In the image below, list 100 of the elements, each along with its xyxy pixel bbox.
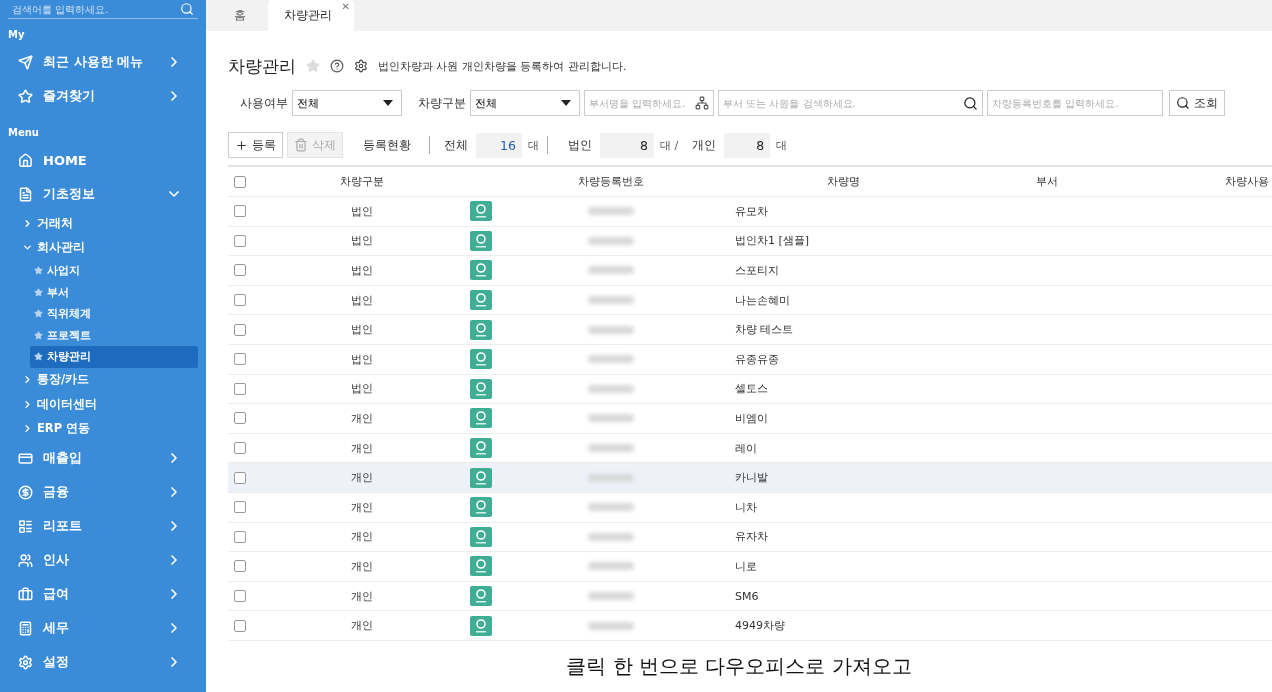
checkbox[interactable] (234, 353, 246, 366)
filter-label: 사용여부 (240, 94, 288, 112)
menu-item[interactable]: HOME (8, 143, 198, 177)
search-input[interactable]: 검색어를 입력하세요. (12, 3, 162, 15)
total-count: 16 (476, 132, 522, 158)
checkbox[interactable] (234, 412, 246, 425)
search-field[interactable]: 검색어를 입력하세요. (8, 0, 198, 19)
menu-item[interactable]: 인사 (8, 543, 198, 577)
tab[interactable]: 차량관리 ✕ (268, 0, 354, 31)
submenu-item[interactable]: ERP 연동 (8, 416, 198, 441)
search-button[interactable]: 조회 (1169, 90, 1225, 116)
checkbox[interactable] (234, 205, 246, 218)
checkbox[interactable] (234, 560, 246, 573)
checkbox[interactable] (234, 294, 246, 307)
help-icon[interactable] (330, 59, 344, 73)
card-icon (18, 450, 33, 466)
tab[interactable]: 홈 (218, 0, 268, 31)
submenu-label: 통장/카드 (37, 372, 90, 388)
submenu-item[interactable]: 데이터센터 (8, 392, 198, 417)
table-cell-text: 니차 (734, 499, 758, 515)
checkbox[interactable] (234, 501, 246, 514)
menu-item[interactable]: 기초정보 (8, 177, 198, 211)
menu-item[interactable]: 매출입 (8, 441, 198, 475)
submenu-label: 직위체계 (47, 306, 91, 322)
filter-label: 차량구분 (418, 94, 466, 112)
unit-label: 대 (776, 137, 788, 153)
settings-icon (18, 654, 33, 670)
unit-label: 대 / (660, 137, 679, 153)
usage-select[interactable]: 전체 (292, 90, 402, 116)
table-cell-text: 개인 (350, 440, 374, 456)
checkbox[interactable] (234, 264, 246, 277)
checkbox[interactable] (234, 471, 246, 484)
star-icon (18, 88, 33, 104)
settings-icon[interactable] (354, 59, 368, 73)
close-icon[interactable]: ✕ (341, 1, 350, 12)
blurred-plate (587, 325, 634, 334)
department-field[interactable]: 부서명을 입력하세요. (584, 90, 714, 116)
menu-item[interactable]: 금융 (8, 475, 198, 509)
checkbox[interactable] (234, 382, 246, 395)
blurred-plate (587, 532, 634, 541)
people-icon (18, 552, 33, 568)
add-button[interactable]: 등록 (228, 132, 283, 158)
blurred-plate (587, 296, 634, 305)
menu-item[interactable]: 즐겨찾기 (8, 79, 198, 113)
unit-label: 대 (528, 137, 539, 153)
star-icon (34, 266, 43, 276)
submenu-label: 데이터센터 (37, 396, 97, 412)
menu-item[interactable]: 설정 (8, 645, 198, 679)
submenu-item[interactable]: 사업지 (30, 260, 198, 282)
submenu-label: 부서 (47, 284, 69, 300)
checkbox[interactable] (234, 530, 246, 543)
checkbox[interactable] (234, 619, 246, 632)
table-cell-text: 법인차1 [샘플] (734, 233, 811, 249)
trash-icon (294, 138, 308, 152)
menu-item[interactable]: 최근 사용한 메뉴 (8, 45, 198, 79)
menu-item[interactable]: 리포트 (8, 509, 198, 543)
submenu-item[interactable]: 차량관리 (30, 346, 198, 368)
subtitle-caption: 클릭 한 번으로 다우오피스로 가져오고 (565, 652, 913, 680)
column-header: 차량구분 (339, 174, 385, 189)
submenu-item[interactable]: 회사관리 (8, 235, 198, 260)
table-cell-text: 나는손혜미 (734, 292, 791, 308)
coin-icon (18, 484, 33, 500)
calculator-icon (18, 620, 33, 636)
submenu-item[interactable]: 통장/카드 (8, 367, 198, 392)
star-icon[interactable] (306, 59, 320, 73)
checkbox[interactable] (234, 590, 246, 602)
table-cell-text: SM6 (734, 589, 760, 603)
submenu-item[interactable]: 프로젝트 (30, 324, 198, 346)
table-cell-text: 개인 (350, 588, 374, 604)
table-cell-text: 법인 (350, 203, 374, 219)
status-label: 등록현황 (363, 136, 411, 154)
search-icon[interactable] (963, 95, 978, 111)
column-header: 부서 (1035, 174, 1059, 189)
page-title: 차량관리 (228, 54, 296, 78)
submenu-item[interactable]: 거래처 (8, 211, 198, 236)
submenu-item[interactable]: 직위체계 (30, 303, 198, 325)
type-select[interactable]: 전체 (470, 90, 580, 116)
checkbox[interactable] (234, 323, 246, 336)
home-icon (18, 152, 33, 168)
blurred-plate (587, 621, 634, 630)
document-icon (18, 186, 33, 202)
menu-item[interactable]: 세무 (8, 611, 198, 645)
menu-item[interactable]: 급여 (8, 577, 198, 611)
table-cell-text: 법인 (350, 233, 374, 249)
personal-count: 8 (724, 132, 771, 158)
submenu-item[interactable]: 부서 (30, 281, 198, 303)
total-label: 전체 (444, 136, 468, 154)
column-header: 차량등록번호 (576, 174, 645, 189)
checkbox[interactable] (234, 175, 246, 188)
table-cell-text: 셀토스 (734, 381, 769, 397)
checkbox[interactable] (234, 234, 246, 247)
org-chart-icon[interactable] (695, 96, 709, 110)
checkbox[interactable] (234, 442, 246, 455)
star-icon (34, 287, 43, 297)
blurred-plate (587, 444, 634, 453)
person-search-field[interactable]: 부서 또는 사원을 검색하세요. (718, 90, 983, 116)
table-row[interactable]: 개인 카니발 (228, 463, 1272, 493)
personal-label: 개인 (692, 136, 717, 154)
blurred-plate (587, 503, 634, 512)
plate-field[interactable]: 차량등록번호를 입력하세요. (987, 90, 1163, 116)
